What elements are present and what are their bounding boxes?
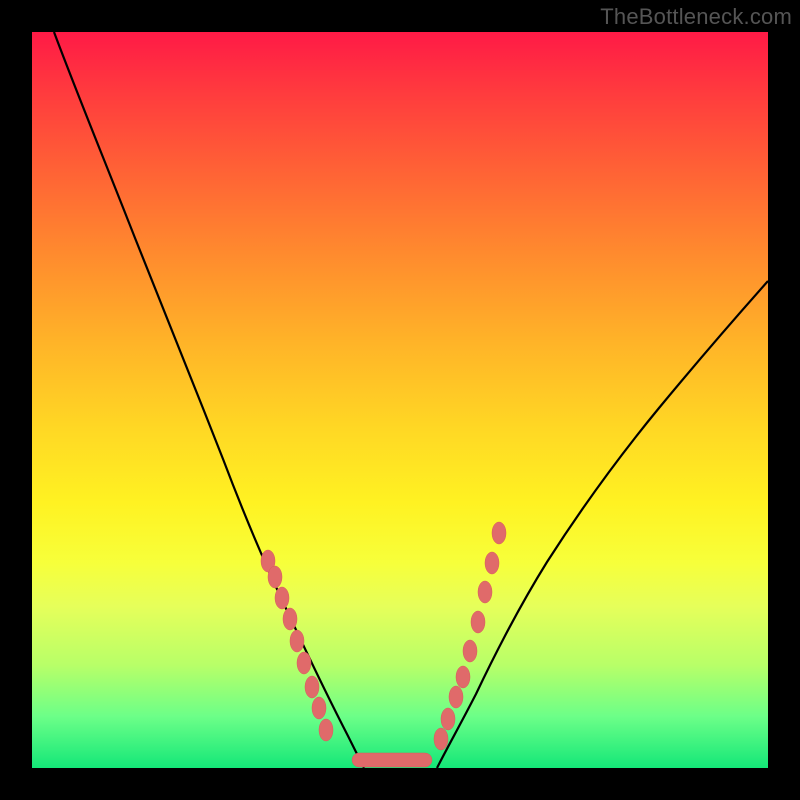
chart-svg [32,32,768,768]
left-curve [54,32,364,768]
chart-frame: TheBottleneck.com [0,0,800,800]
watermark-text: TheBottleneck.com [600,4,792,30]
right-curve [437,281,768,768]
bottom-bar [352,753,432,767]
left-dots [261,550,333,741]
chart-plot-area [32,32,768,768]
right-dots [434,522,506,750]
